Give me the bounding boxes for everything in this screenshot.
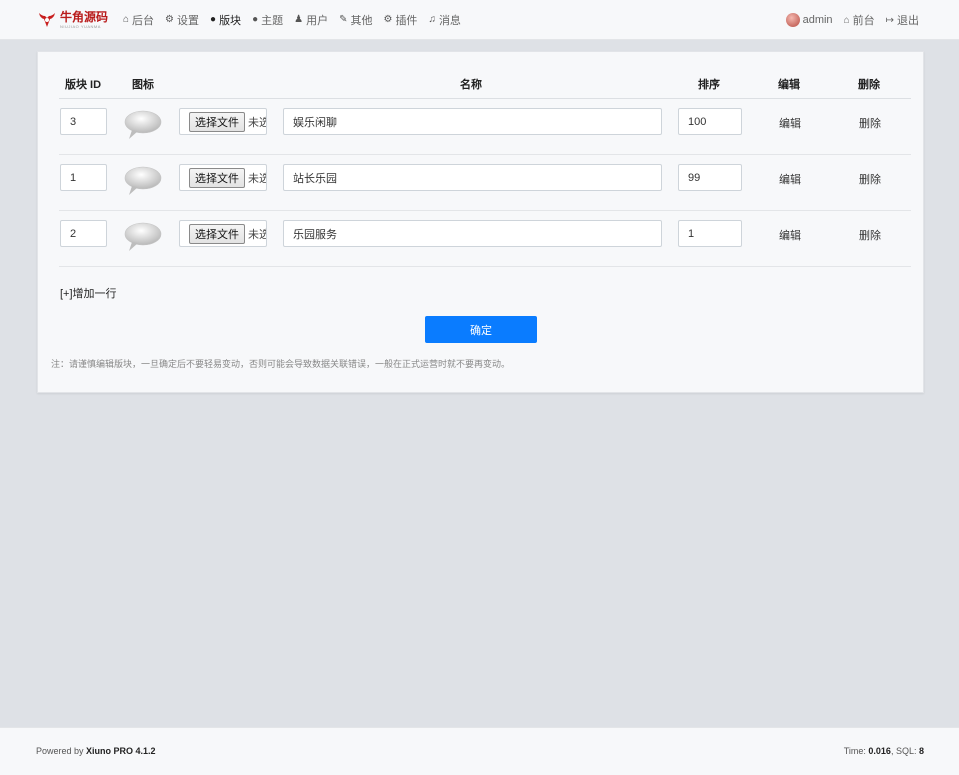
choose-file-button[interactable]: 选择文件 <box>189 111 245 132</box>
icon-file-input[interactable]: 选择文件 未选择任何文件 <box>179 108 267 135</box>
forum-order-input[interactable]: 1 <box>678 220 742 247</box>
sql-label: SQL: <box>895 746 917 756</box>
nav-item-label: 用户 <box>306 15 329 27</box>
delete-link[interactable]: 删除 <box>859 171 881 187</box>
comment-icon: ● <box>252 14 259 25</box>
comment-icon: ● <box>210 14 217 25</box>
nav-item-settings[interactable]: ⚙ 设置 <box>165 12 199 28</box>
edit-link[interactable]: 编辑 <box>779 115 801 131</box>
forum-order-input[interactable]: 99 <box>678 164 742 191</box>
delete-link[interactable]: 删除 <box>859 115 881 131</box>
forum-name-input[interactable]: 娱乐闲聊 <box>283 108 662 135</box>
brand-tagline: NIUJIAO YUANMA <box>60 24 101 29</box>
speech-bubble-icon <box>124 166 162 195</box>
nav-item-label: 主题 <box>261 15 284 27</box>
forum-name-input[interactable]: 乐园服务 <box>283 220 662 247</box>
gear-icon: ⚙ <box>165 14 175 25</box>
nav-item-threads[interactable]: ● 主题 <box>252 12 283 28</box>
page-footer: Powered by Xiuno PRO 4.1.2 Time: 0.016, … <box>0 727 959 775</box>
forum-order-input[interactable]: 100 <box>678 108 742 135</box>
logout-label: 退出 <box>897 15 919 27</box>
cogs-icon: ⚙ <box>383 14 393 25</box>
brand-name: 牛角源码 <box>60 10 109 24</box>
nav-item-label: 插件 <box>395 15 418 27</box>
site-logo[interactable]: 牛角源码 NIUJIAO YUANMA <box>37 9 108 31</box>
nav-item-home[interactable]: ⌂ 后台 <box>123 12 154 28</box>
home-icon: ⌂ <box>843 14 850 26</box>
powered-by: Powered by Xiuno PRO 4.1.2 <box>36 746 156 756</box>
nav-item-forums[interactable]: ● 版块 <box>210 12 241 28</box>
nav-item-plugins[interactable]: ⚙ 插件 <box>383 12 417 28</box>
warning-note: 注：请谨慎编辑版块，一旦确定后不要轻易变动，否则可能会导致数据关联错误，一般在正… <box>51 359 511 369</box>
choose-file-button[interactable]: 选择文件 <box>189 223 245 244</box>
nav-item-other[interactable]: ✎ 其他 <box>339 12 372 28</box>
powered-prefix: Powered by <box>36 746 84 756</box>
username: admin <box>802 14 833 26</box>
header-id: 版块 ID <box>65 79 102 91</box>
file-status: 未选择任何文件 <box>248 228 266 241</box>
nav-item-label: 版块 <box>219 15 242 27</box>
table-row: 3 选择文件 未选择任何文件 娱乐闲聊 100 编辑 删除 <box>59 99 911 155</box>
nav-item-label: 后台 <box>132 15 155 27</box>
front-link[interactable]: ⌂ 前台 <box>844 12 875 28</box>
forum-list-card: 版块 ID 图标 名称 排序 编辑 删除 3 选择文件 未选择任何文件 娱乐闲聊… <box>37 51 924 393</box>
delete-link[interactable]: 删除 <box>859 227 881 243</box>
logout-link[interactable]: ↦ 退出 <box>886 12 919 28</box>
nav-item-label: 设置 <box>177 15 200 27</box>
icon-file-input[interactable]: 选择文件 未选择任何文件 <box>179 164 267 191</box>
nav-item-messages[interactable]: ♫ 消息 <box>428 12 461 28</box>
header-order: 排序 <box>698 79 720 91</box>
page-stats: Time: 0.016, SQL: 8 <box>843 746 924 756</box>
nav-item-users[interactable]: ♟ 用户 <box>294 12 328 28</box>
time-label: Time: <box>843 746 866 756</box>
time-value: 0.016 <box>868 746 891 756</box>
icon-file-input[interactable]: 选择文件 未选择任何文件 <box>179 220 267 247</box>
file-status: 未选择任何文件 <box>248 172 266 185</box>
bull-logo-icon <box>39 13 55 27</box>
front-label: 前台 <box>852 15 875 27</box>
choose-file-button[interactable]: 选择文件 <box>189 167 245 188</box>
table-header: 版块 ID 图标 名称 排序 编辑 删除 <box>59 52 911 99</box>
header-edit: 编辑 <box>778 79 800 91</box>
user-nav: admin ⌂ 前台 ↦ 退出 <box>785 0 919 40</box>
product-version[interactable]: Xiuno PRO 4.1.2 <box>86 746 156 756</box>
bell-icon: ♫ <box>428 14 436 25</box>
edit-link[interactable]: 编辑 <box>779 171 801 187</box>
forum-name-input[interactable]: 站长乐园 <box>283 164 662 191</box>
header-delete: 删除 <box>858 79 880 91</box>
user-icon: ♟ <box>294 14 304 25</box>
nav-item-label: 消息 <box>438 15 461 27</box>
file-status: 未选择任何文件 <box>248 116 266 129</box>
forum-id-input[interactable]: 3 <box>60 108 107 135</box>
sign-out-icon: ↦ <box>885 14 894 26</box>
table-row: 2 选择文件 未选择任何文件 乐园服务 1 编辑 删除 <box>59 211 911 267</box>
forum-id-input[interactable]: 1 <box>60 164 107 191</box>
forum-id-input[interactable]: 2 <box>60 220 107 247</box>
avatar <box>785 13 800 27</box>
wrench-icon: ✎ <box>339 14 348 25</box>
header-name: 名称 <box>460 79 482 91</box>
speech-bubble-icon <box>124 110 162 139</box>
user-menu[interactable]: admin <box>785 13 833 27</box>
home-icon: ⌂ <box>123 14 130 25</box>
confirm-button[interactable]: 确定 <box>425 316 537 343</box>
main-nav: ⌂ 后台 ⚙ 设置 ● 版块 ● 主题 ♟ 用户 ✎ 其他 ⚙ 插件 ♫ 消息 <box>123 0 461 40</box>
table-row: 1 选择文件 未选择任何文件 站长乐园 99 编辑 删除 <box>59 155 911 211</box>
add-row-link[interactable]: [+]增加一行 <box>60 285 117 301</box>
header-icon: 图标 <box>132 79 154 91</box>
sql-value: 8 <box>918 746 924 756</box>
nav-item-label: 其他 <box>350 15 373 27</box>
top-navbar: 牛角源码 NIUJIAO YUANMA ⌂ 后台 ⚙ 设置 ● 版块 ● 主题 … <box>0 0 959 40</box>
speech-bubble-icon <box>124 222 162 251</box>
edit-link[interactable]: 编辑 <box>779 227 801 243</box>
